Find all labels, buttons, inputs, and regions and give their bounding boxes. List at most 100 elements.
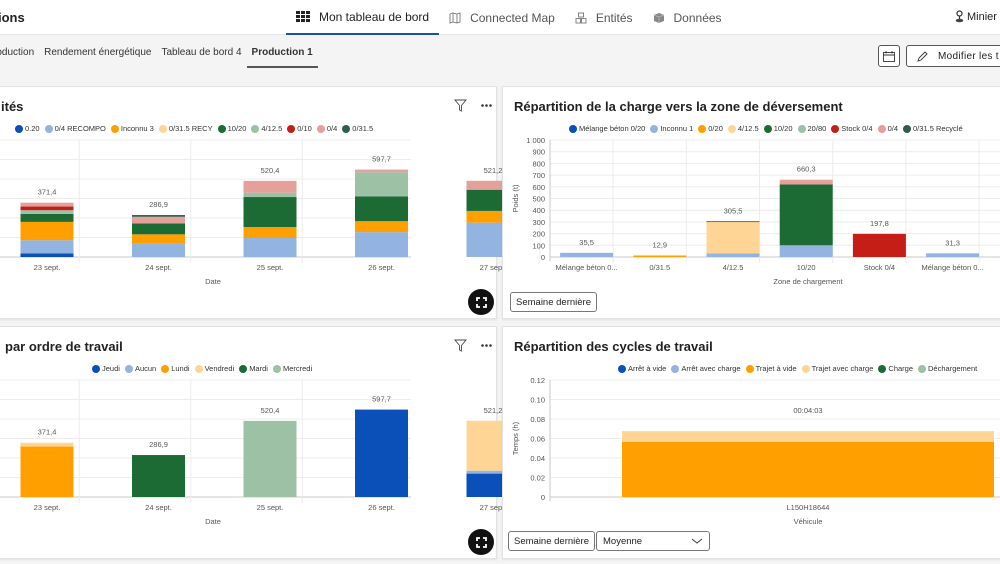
bar-segment — [852, 233, 906, 257]
y-axis-title: Temps (h) — [511, 421, 520, 455]
nav-tab-connected-map[interactable]: Connected Map — [439, 0, 565, 35]
nav-tab-data[interactable]: Données — [643, 0, 732, 35]
bar-total-label: 597,7 — [372, 155, 391, 164]
bar-segment — [20, 221, 74, 241]
nav-tab-dashboard[interactable]: Mon tableau de bord — [286, 0, 440, 35]
bar-total-label: 521,2 — [484, 406, 503, 415]
bar-segment — [355, 232, 408, 257]
y-tick-label: 400 — [532, 206, 545, 215]
x-tick-label: 10/20 — [797, 263, 816, 272]
nav-tab-label: Entités — [595, 10, 633, 25]
y-tick-label: 0 — [541, 253, 545, 262]
nav-tab-label: Mon tableau de bord — [319, 9, 430, 24]
bar-segment — [243, 180, 297, 193]
x-axis-title: Date — [205, 277, 221, 286]
user-menu[interactable]: Minier S — [955, 10, 1000, 23]
bar-segment — [132, 216, 185, 224]
fullscreen-button[interactable] — [468, 289, 494, 315]
bar-total-label: 305,5 — [724, 206, 743, 215]
map-icon — [449, 11, 461, 24]
bar-total-label: 35,5 — [579, 238, 594, 247]
y-tick-label: 0.04 — [530, 454, 545, 463]
bar-total-label: 286,9 — [149, 440, 168, 449]
app-title: ions — [0, 10, 25, 25]
user-name: Minier S — [967, 10, 1000, 23]
date-range-button[interactable] — [878, 45, 900, 67]
x-tick-label: 26 sept. — [368, 263, 395, 272]
aggregation-select-value: Moyenne — [603, 535, 643, 547]
x-tick-label: 4/12.5 — [723, 263, 744, 272]
aggregation-select[interactable]: Moyenne — [596, 531, 710, 551]
calendar-icon — [883, 50, 895, 62]
edit-dashboard-button[interactable]: Modifier les t — [906, 45, 1000, 67]
y-tick-label: 0.10 — [530, 396, 545, 405]
bar-total-label: 00:04:03 — [793, 406, 822, 415]
dashboard-tabs: roduction Rendement énergétique Tableau … — [0, 47, 318, 68]
grid-icon — [296, 11, 310, 22]
y-tick-label: 0.06 — [530, 435, 545, 444]
x-tick-label: Mélange béton 0... — [922, 263, 984, 272]
chart-plot: 371,4 23 sept. 286,9 24 sept. 520,4 25 sept. 5… — [0, 139, 618, 286]
x-axis-title: Véhicule — [794, 517, 823, 526]
dashboard-tab-energy[interactable]: Rendement énergétique — [39, 47, 156, 68]
bar-segment — [20, 213, 74, 222]
bar-segment — [706, 221, 760, 223]
x-tick-label: Mélange béton 0... — [556, 263, 618, 272]
range-button[interactable]: Semaine dernière — [508, 531, 595, 551]
y-tick-label: 600 — [532, 183, 545, 192]
bar-segment — [132, 243, 185, 257]
y-tick-label: 200 — [532, 230, 545, 239]
bar-segment — [779, 245, 833, 257]
chart-plot: 371,4 23 sept. 286,9 24 sept. 520,4 25 sept. 5… — [0, 379, 618, 526]
x-axis-title: Zone de chargement — [773, 277, 843, 286]
bar-total-label: 660,3 — [797, 165, 816, 174]
bar-segment — [132, 234, 185, 244]
bar-segment — [355, 196, 408, 222]
y-tick-label: 700 — [532, 171, 545, 180]
fullscreen-icon — [475, 536, 487, 548]
dashboard-tab-4[interactable]: Tableau de bord 4 — [156, 47, 246, 68]
bar-total-label: 521,2 — [484, 166, 503, 175]
bar-segment — [132, 215, 185, 217]
bar-segment — [20, 253, 74, 257]
x-tick-label: 26 sept. — [368, 503, 395, 512]
y-tick-label: 0.12 — [530, 376, 545, 385]
bar-segment — [355, 169, 408, 173]
bar-total-label: 520,4 — [261, 406, 280, 415]
location-pin-icon — [955, 10, 964, 23]
x-tick-label: Stock 0/4 — [864, 263, 895, 272]
nav-tab-label: Connected Map — [470, 10, 555, 25]
bar-segment — [706, 221, 760, 254]
bar-segment — [706, 253, 760, 257]
y-axis-title: Poids (t) — [511, 184, 520, 212]
bar-segment — [243, 237, 297, 257]
x-tick-label: 24 sept. — [145, 503, 172, 512]
bar-segment — [243, 227, 297, 238]
bar-segment — [926, 253, 980, 257]
dashboard-tab-production[interactable]: roduction — [0, 47, 39, 68]
x-tick-label: 25 sept. — [257, 503, 284, 512]
dashboard-tab-production-1[interactable]: Production 1 — [246, 47, 318, 68]
y-tick-label: 500 — [532, 195, 545, 204]
chart-plot: 0 100 200 300 400 500 600 700 800 900 1 000 Poids (… — [511, 136, 1000, 286]
top-bar: ions Mon tableau de bord Connected Map E… — [0, 0, 1000, 35]
x-tick-label: 23 sept. — [34, 503, 61, 512]
nav-tab-entities[interactable]: Entités — [565, 0, 643, 35]
fullscreen-button[interactable] — [468, 529, 494, 555]
x-tick-label: 25 sept. — [257, 263, 284, 272]
y-tick-label: 900 — [532, 148, 545, 157]
y-tick-label: 0 — [541, 493, 545, 502]
bar-segment — [622, 431, 994, 442]
bar-segment — [243, 420, 297, 497]
bar-total-label: 597,7 — [372, 395, 391, 404]
bar-total-label: 197,8 — [870, 219, 889, 228]
edit-dashboard-label: Modifier les t — [938, 50, 999, 62]
chart-card-work-order: par ordre de travail Jeudi Aucun Lundi Vend… — [0, 326, 618, 559]
x-tick-label: L150H18644 — [787, 503, 830, 512]
chart-card-entities: ités 0.20 0/4 RECOMPO Inconnu 3 0/31.5 RECY… — [0, 86, 618, 319]
bar-segment — [20, 206, 74, 211]
bar-total-label: 12,9 — [652, 240, 667, 249]
data-icon — [653, 12, 665, 24]
bar-segment — [779, 184, 833, 246]
range-button[interactable]: Semaine dernière — [510, 292, 597, 312]
